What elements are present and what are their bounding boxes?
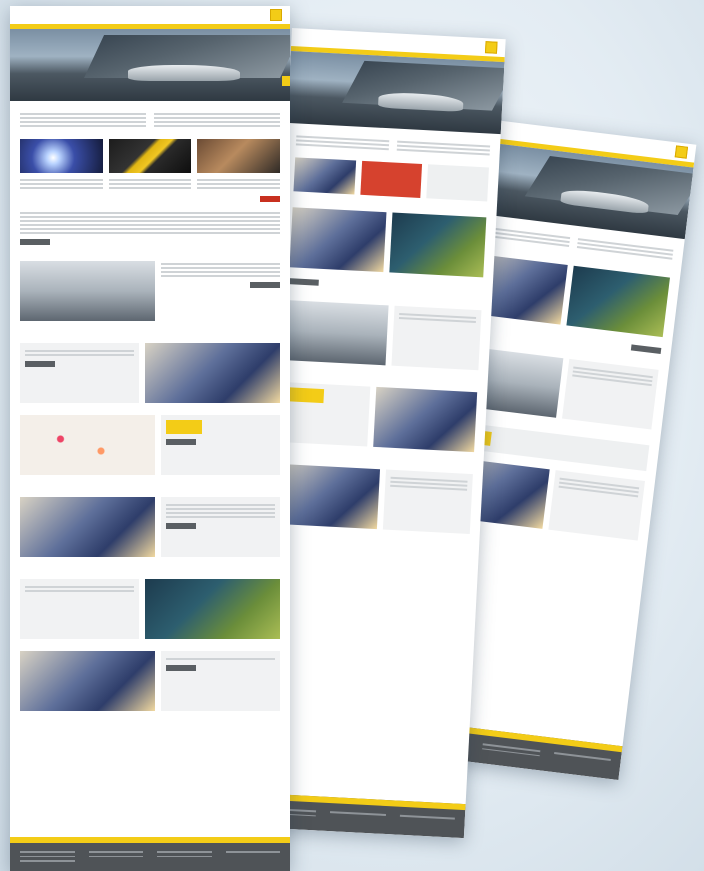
content-card [10,645,290,717]
teaser-image [360,160,423,198]
worker-photo [276,463,380,530]
more-button[interactable] [250,282,280,288]
teaser-row [10,139,290,173]
handshake-photo [20,497,156,557]
worker-image [197,139,281,173]
welding-image [20,139,103,173]
promo-tag [166,420,203,434]
page-mockup-front [10,6,290,871]
more-button[interactable] [25,361,55,367]
more-button[interactable] [630,344,662,355]
intro-text [286,133,500,158]
team-photo [289,207,387,273]
team-photo [20,651,156,711]
more-button[interactable] [260,196,280,202]
logo-icon [270,9,282,21]
side-tab[interactable] [282,76,290,86]
map-image [144,579,280,639]
content-card [279,201,496,284]
content-card [266,457,483,540]
site-footer [10,837,290,871]
hero-image [287,50,505,135]
content-card [10,573,290,645]
content-card [10,491,290,563]
hall-photo [284,300,389,366]
staff-photo [373,386,478,453]
cable-image [108,139,192,173]
more-button[interactable] [166,523,197,529]
logo-icon [674,145,689,159]
teaser-row [283,157,498,202]
map-image [566,265,670,338]
teaser-text-row [10,177,290,191]
content-card [10,255,290,327]
content-card [270,376,487,459]
content-card [274,294,491,377]
content-card [10,337,290,409]
more-button[interactable] [166,439,197,445]
teaser-text [426,164,489,202]
site-header [10,6,290,24]
promo-tag [287,387,325,404]
map-image [389,212,487,278]
hero-image [10,29,290,101]
intro-text [10,111,290,129]
hall-photo [20,261,156,321]
map-dots-image [20,415,156,475]
more-button[interactable] [166,665,197,671]
more-button[interactable] [288,278,319,286]
body-text [10,212,290,234]
read-more-button[interactable] [20,239,50,245]
teaser-image [293,157,356,195]
logo-icon [484,41,498,54]
content-card [10,409,290,481]
staff-photo [144,343,280,403]
